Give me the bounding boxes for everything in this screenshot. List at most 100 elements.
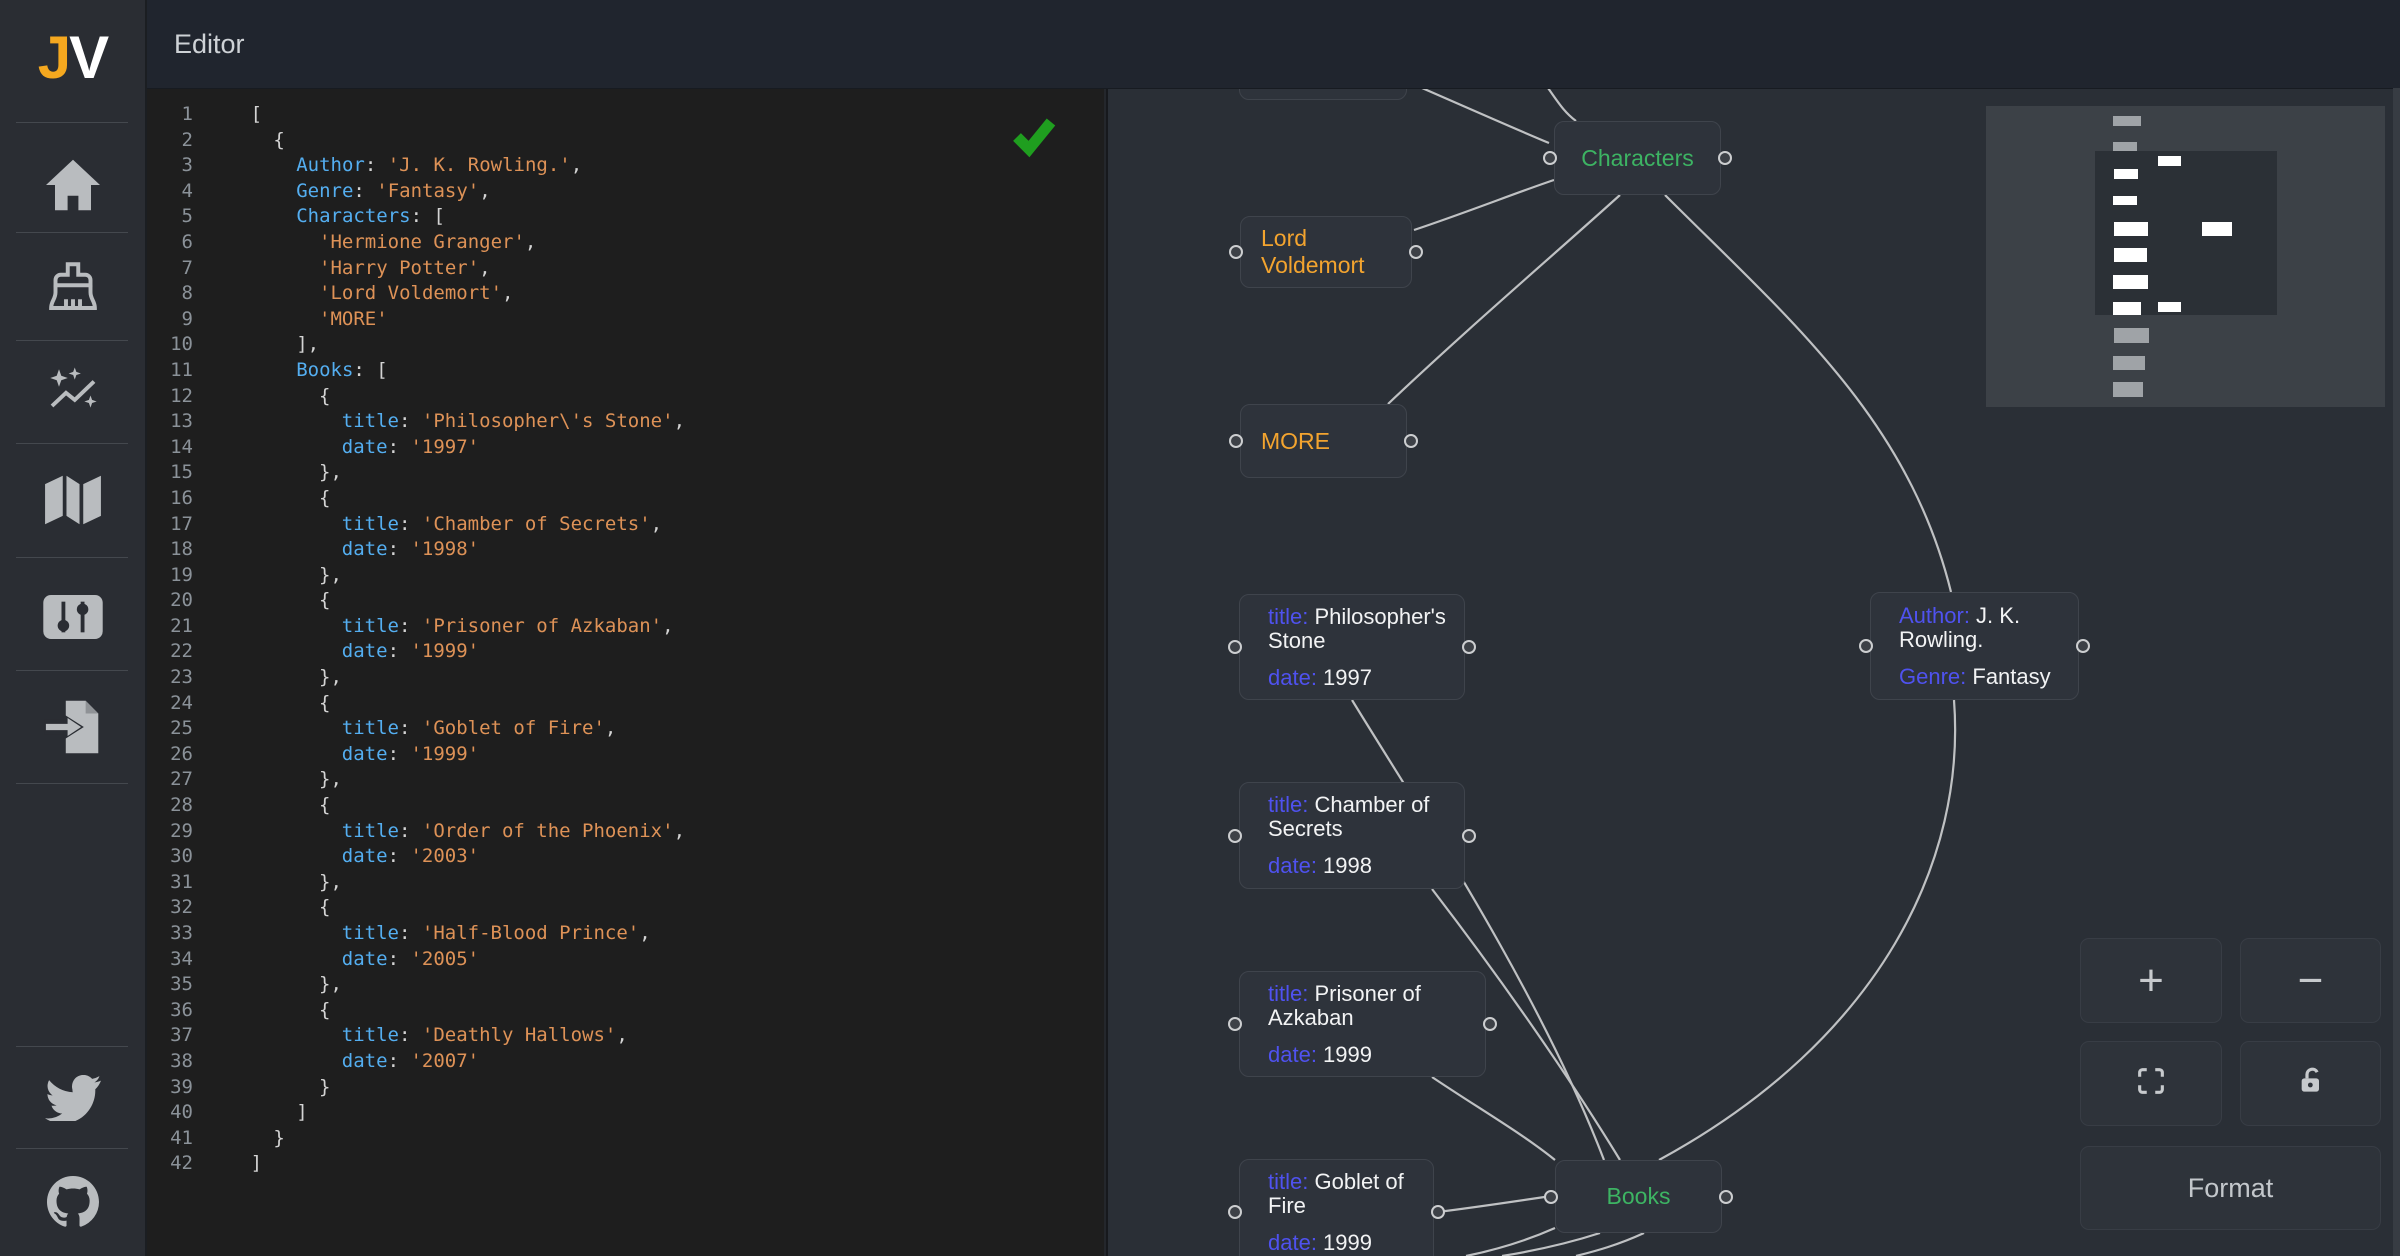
sidebar-item-home[interactable] xyxy=(0,149,145,221)
editor-line[interactable]: 31}, xyxy=(147,870,1104,896)
editor-line[interactable]: 35}, xyxy=(147,972,1104,998)
editor-line[interactable]: 6'Hermione Granger', xyxy=(147,230,1104,256)
editor-line[interactable]: 5Characters: [ xyxy=(147,204,1104,230)
port-right-lord-voldemort xyxy=(1409,245,1423,259)
minimap-node xyxy=(2158,156,2181,166)
node-root-author-genre[interactable]: Author: J. K. Rowling.Genre: Fantasy xyxy=(1870,592,2079,700)
editor-line[interactable]: 15}, xyxy=(147,460,1104,486)
editor-line[interactable]: 3Author: 'J. K. Rowling.', xyxy=(147,153,1104,179)
scrollbar[interactable] xyxy=(2393,88,2400,1256)
sidebar-item-twitter[interactable] xyxy=(0,1062,145,1134)
minimap-node xyxy=(2114,248,2147,262)
json-editor-pane[interactable]: 1[2{3Author: 'J. K. Rowling.',4Genre: 'F… xyxy=(147,88,1104,1256)
editor-line[interactable]: 39} xyxy=(147,1075,1104,1101)
sidebar-item-github[interactable] xyxy=(0,1166,145,1238)
sidebar-separator xyxy=(16,783,128,784)
line-number: 10 xyxy=(147,332,193,358)
sidebar: JV xyxy=(0,0,147,1256)
line-code: { xyxy=(205,793,330,819)
editor-line[interactable]: 10], xyxy=(147,332,1104,358)
lock-layout-button[interactable] xyxy=(2240,1041,2381,1126)
editor-line[interactable]: 40] xyxy=(147,1100,1104,1126)
editor-line[interactable]: 17title: 'Chamber of Secrets', xyxy=(147,512,1104,538)
line-number: 4 xyxy=(147,179,193,205)
line-code: { xyxy=(205,384,330,410)
format-button[interactable]: Format xyxy=(2080,1146,2381,1230)
line-number: 38 xyxy=(147,1049,193,1075)
editor-line[interactable]: 12{ xyxy=(147,384,1104,410)
editor-line[interactable]: 38date: '2007' xyxy=(147,1049,1104,1075)
editor-line[interactable]: 18date: '1998' xyxy=(147,537,1104,563)
sidebar-item-clean[interactable] xyxy=(0,251,145,323)
editor-line[interactable]: 34date: '2005' xyxy=(147,947,1104,973)
line-number: 18 xyxy=(147,537,193,563)
editor-line[interactable]: 42] xyxy=(147,1151,1104,1177)
node-harry-potter[interactable]: Harry Potter xyxy=(1239,88,1407,100)
editor-line[interactable]: 33title: 'Half-Blood Prince', xyxy=(147,921,1104,947)
minimap-node xyxy=(2114,222,2148,236)
editor-line[interactable]: 28 { xyxy=(147,793,1104,819)
node-book-chamber-of-secrets[interactable]: title: Chamber of Secretsdate: 1998 xyxy=(1239,782,1465,889)
editor-line[interactable]: 24{ xyxy=(147,691,1104,717)
editor-line[interactable]: 30date: '2003' xyxy=(147,844,1104,870)
node-more[interactable]: MORE xyxy=(1240,404,1407,478)
edge-philosopher-to-books xyxy=(1352,700,1604,1160)
node-book-prisoner-of-azkaban[interactable]: title: Prisoner of Azkabandate: 1999 xyxy=(1239,971,1486,1077)
zoom-in-button[interactable]: + xyxy=(2080,938,2222,1023)
node-rows: title: Chamber of Secretsdate: 1998 xyxy=(1240,783,1464,888)
fit-view-button[interactable] xyxy=(2080,1041,2222,1126)
line-code: { xyxy=(205,998,330,1024)
sidebar-separator xyxy=(16,557,128,558)
line-number: 28 xyxy=(147,793,193,819)
editor-line[interactable]: 4Genre: 'Fantasy', xyxy=(147,179,1104,205)
editor-line[interactable]: 41} xyxy=(147,1126,1104,1152)
editor-line[interactable]: 8'Lord Voldemort', xyxy=(147,281,1104,307)
editor-line[interactable]: 32{ xyxy=(147,895,1104,921)
line-code: date: '2005' xyxy=(205,947,479,973)
editor-line[interactable]: 19}, xyxy=(147,563,1104,589)
editor-line[interactable]: 13title: 'Philosopher\'s Stone', xyxy=(147,409,1104,435)
editor-line[interactable]: 14date: '1997' xyxy=(147,435,1104,461)
app-logo[interactable]: JV xyxy=(0,28,145,88)
node-lord-voldemort[interactable]: Lord Voldemort xyxy=(1240,216,1412,288)
line-number: 6 xyxy=(147,230,193,256)
editor-line[interactable]: 20{ xyxy=(147,588,1104,614)
minimap[interactable] xyxy=(1986,106,2385,407)
editor-line[interactable]: 16{ xyxy=(147,486,1104,512)
node-books[interactable]: Books xyxy=(1555,1160,1722,1233)
sidebar-separator xyxy=(16,232,128,233)
edge-books-to-offscreen-1 xyxy=(1466,1228,1555,1256)
port-left-book-goblet-of-fire xyxy=(1228,1205,1242,1219)
editor-line[interactable]: 22date: '1999' xyxy=(147,639,1104,665)
editor-line[interactable]: 27}, xyxy=(147,767,1104,793)
zoom-out-button[interactable]: − xyxy=(2240,938,2381,1023)
sidebar-item-import[interactable] xyxy=(0,691,145,763)
sidebar-item-settings[interactable] xyxy=(0,581,145,653)
editor-line[interactable]: 29title: 'Order of the Phoenix', xyxy=(147,819,1104,845)
settings-icon xyxy=(42,594,104,640)
editor-line[interactable]: 7'Harry Potter', xyxy=(147,256,1104,282)
editor-code-lines[interactable]: 1[2{3Author: 'J. K. Rowling.',4Genre: 'F… xyxy=(147,102,1104,1177)
editor-line[interactable]: 2{ xyxy=(147,128,1104,154)
editor-line[interactable]: 9'MORE' xyxy=(147,307,1104,333)
node-book-goblet-of-fire[interactable]: title: Goblet of Firedate: 1999 xyxy=(1239,1159,1434,1256)
editor-line[interactable]: 36{ xyxy=(147,998,1104,1024)
node-rows: title: Prisoner of Azkabandate: 1999 xyxy=(1240,972,1485,1076)
line-number: 35 xyxy=(147,972,193,998)
editor-line[interactable]: 1[ xyxy=(147,102,1104,128)
editor-line[interactable]: 21title: 'Prisoner of Azkaban', xyxy=(147,614,1104,640)
sidebar-item-map[interactable] xyxy=(0,464,145,536)
editor-line[interactable]: 37title: 'Deathly Hallows', xyxy=(147,1023,1104,1049)
node-book-philosophers-stone[interactable]: title: Philosopher's Stonedate: 1997 xyxy=(1239,594,1465,700)
node-characters[interactable]: Characters xyxy=(1554,121,1721,195)
editor-line[interactable]: 25title: 'Goblet of Fire', xyxy=(147,716,1104,742)
editor-line[interactable]: 11Books: [ xyxy=(147,358,1104,384)
minimap-node xyxy=(2113,302,2141,315)
editor-line[interactable]: 26date: '1999' xyxy=(147,742,1104,768)
port-right-book-chamber-of-secrets xyxy=(1462,829,1476,843)
graph-canvas[interactable]: +− Format Harry Potter Characters Lord Vold… xyxy=(1106,88,2400,1256)
minimap-node xyxy=(2114,169,2138,179)
port-left-books xyxy=(1544,1190,1558,1204)
sidebar-item-visualize[interactable] xyxy=(0,356,145,428)
editor-line[interactable]: 23}, xyxy=(147,665,1104,691)
